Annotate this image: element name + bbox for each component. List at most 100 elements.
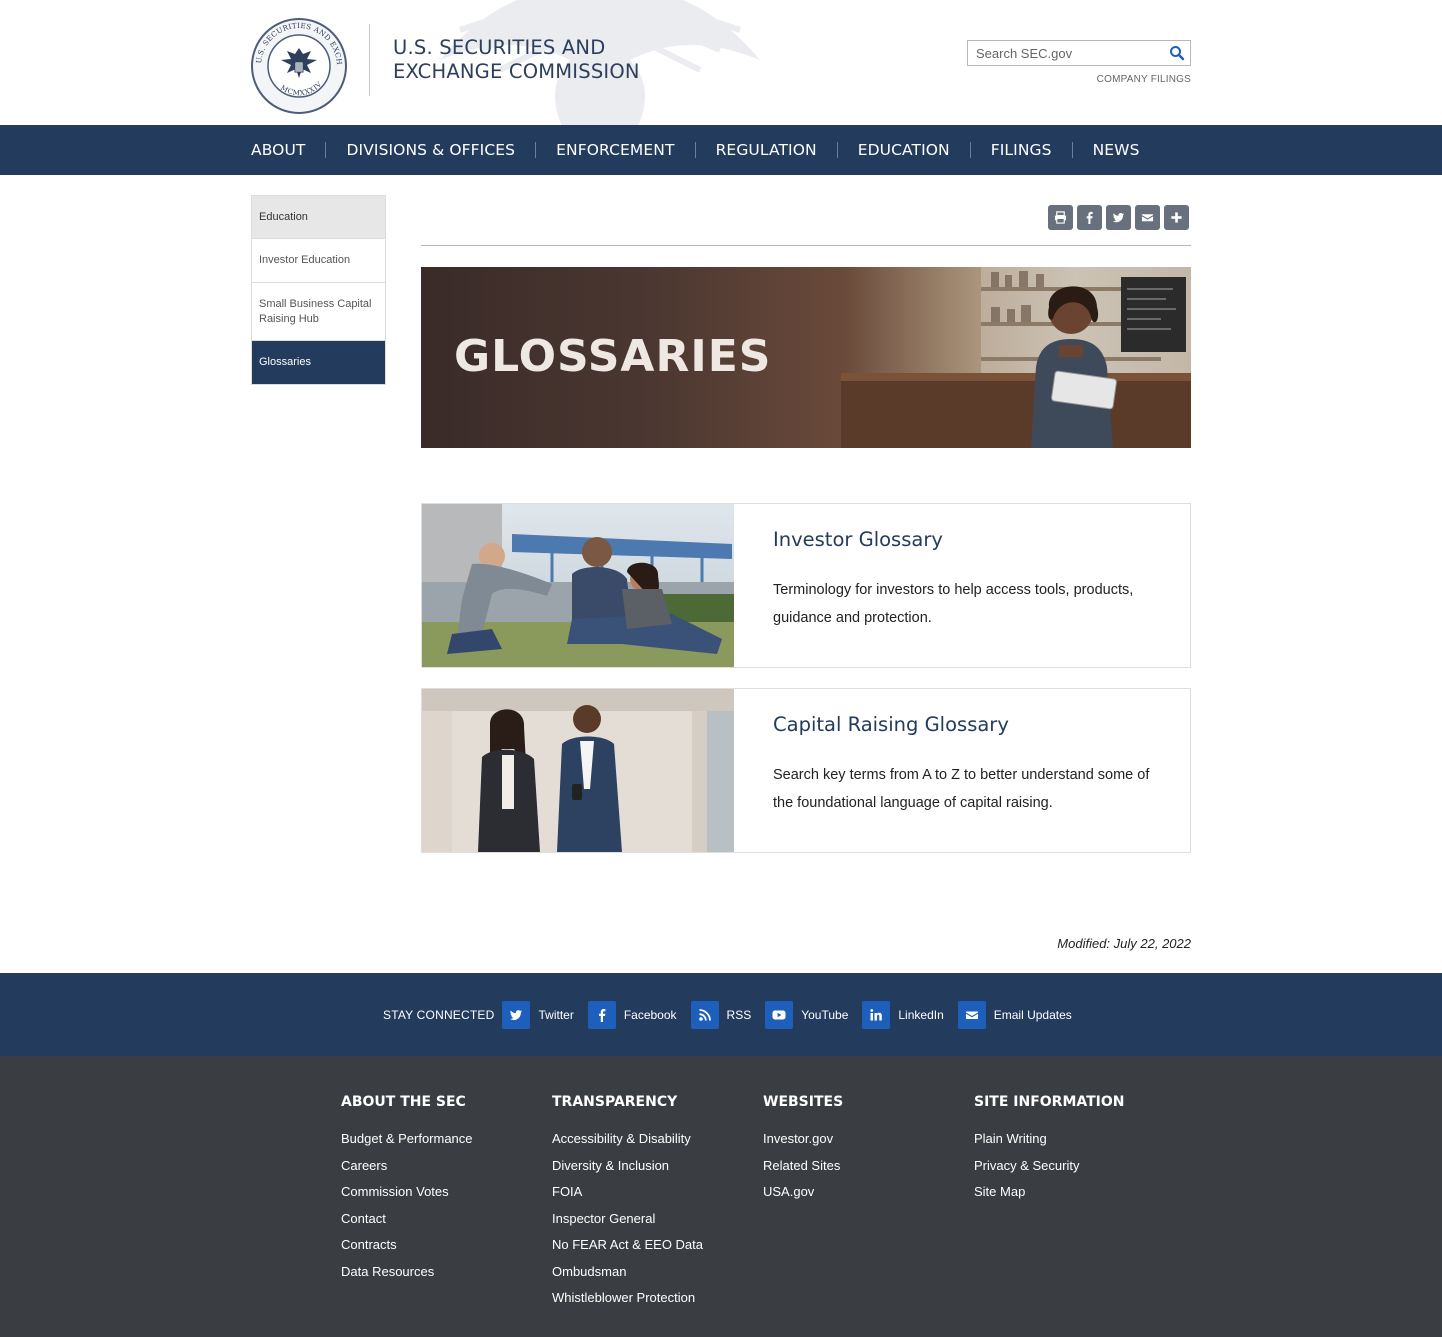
print-icon — [1054, 211, 1067, 224]
footer-link[interactable]: Contact — [341, 1211, 386, 1226]
social-link-email-updates[interactable]: Email Updates — [957, 1001, 1072, 1029]
facebook-icon — [587, 1001, 616, 1029]
email-share-button[interactable] — [1135, 205, 1160, 230]
main-nav: ABOUT DIVISIONS & OFFICES ENFORCEMENT RE… — [0, 125, 1442, 175]
footer-link[interactable]: Investor.gov — [763, 1131, 833, 1146]
social-link-rss[interactable]: RSS — [690, 1001, 751, 1029]
more-share-button[interactable] — [1164, 205, 1189, 230]
sidebar-item-investor-education[interactable]: Investor Education — [252, 239, 385, 283]
footer-link[interactable]: Data Resources — [341, 1264, 434, 1279]
nav-item-about[interactable]: ABOUT — [251, 141, 305, 159]
facebook-share-button[interactable] — [1077, 205, 1102, 230]
capital-raising-glossary-image[interactable] — [422, 689, 734, 852]
facebook-icon — [1086, 211, 1093, 224]
email-icon — [957, 1001, 986, 1029]
footer-heading-about: ABOUT THE SEC — [341, 1094, 466, 1110]
social-label-linkedin: LinkedIn — [898, 1008, 944, 1022]
content-divider — [421, 245, 1191, 246]
nav-item-regulation[interactable]: REGULATION — [716, 141, 817, 159]
social-label-facebook: Facebook — [623, 1008, 677, 1022]
nav-item-filings[interactable]: FILINGS — [991, 141, 1052, 159]
header-divider — [369, 24, 370, 96]
nav-separator — [325, 142, 327, 158]
footer-link[interactable]: FOIA — [552, 1184, 582, 1199]
company-filings-link[interactable]: COMPANY FILINGS — [1060, 74, 1191, 85]
footer-link[interactable]: USA.gov — [763, 1184, 814, 1199]
footer-link[interactable]: Contracts — [341, 1237, 397, 1252]
footer-heading-site-information: SITE INFORMATION — [974, 1094, 1125, 1110]
footer-link[interactable]: Privacy & Security — [974, 1158, 1079, 1173]
footer-link[interactable]: Inspector General — [552, 1211, 655, 1226]
nav-item-education[interactable]: EDUCATION — [858, 141, 950, 159]
twitter-share-button[interactable] — [1106, 205, 1131, 230]
investor-glossary-description: Terminology for investors to help access… — [773, 582, 1134, 626]
investor-glossary-image[interactable] — [422, 504, 734, 667]
social-label-youtube: YouTube — [801, 1008, 849, 1022]
footer-link[interactable]: Budget & Performance — [341, 1131, 473, 1146]
footer-link[interactable]: Commission Votes — [341, 1184, 449, 1199]
footer-link[interactable]: Whistleblower Protection — [552, 1290, 695, 1305]
twitter-icon — [502, 1001, 531, 1029]
nav-separator — [836, 142, 838, 158]
footer-link[interactable]: Ombudsman — [552, 1264, 626, 1279]
search-box — [967, 40, 1191, 66]
email-icon — [1141, 214, 1154, 222]
footer-link[interactable]: Accessibility & Disability — [552, 1131, 691, 1146]
sidebar-item-education[interactable]: Education — [252, 196, 385, 239]
footer-link[interactable]: Site Map — [974, 1184, 1025, 1199]
modified-date: Modified: July 22, 2022 — [1057, 936, 1191, 951]
nav-separator — [1071, 142, 1073, 158]
social-link-linkedin[interactable]: LinkedIn — [862, 1001, 944, 1029]
social-link-facebook[interactable]: Facebook — [587, 1001, 677, 1029]
rss-icon — [690, 1001, 719, 1029]
sidebar-item-small-business-hub[interactable]: Small Business Capital Raising Hub — [252, 283, 385, 341]
footer-column-websites: WEBSITES Investor.gov Related Sites USA.… — [763, 1094, 963, 1210]
nav-item-news[interactable]: NEWS — [1093, 141, 1140, 159]
linkedin-icon — [862, 1001, 891, 1029]
agency-name-line2: EXCHANGE COMMISSION — [393, 60, 640, 83]
nav-separator — [969, 142, 971, 158]
footer-column-site-information: SITE INFORMATION Plain Writing Privacy &… — [974, 1094, 1174, 1210]
social-label-twitter: Twitter — [538, 1008, 574, 1022]
nav-item-enforcement[interactable]: ENFORCEMENT — [556, 141, 674, 159]
footer-link[interactable]: No FEAR Act & EEO Data — [552, 1237, 703, 1252]
professionals-photo — [422, 689, 734, 852]
footer-column-about: ABOUT THE SEC Budget & Performance Caree… — [341, 1094, 541, 1289]
plus-icon — [1171, 212, 1182, 223]
family-photo — [422, 504, 734, 667]
footer-column-transparency: TRANSPARENCY Accessibility & Disability … — [552, 1094, 752, 1316]
footer-heading-websites: WEBSITES — [763, 1094, 844, 1110]
social-label-email-updates: Email Updates — [993, 1008, 1072, 1022]
print-button[interactable] — [1048, 205, 1073, 230]
nav-item-divisions-offices[interactable]: DIVISIONS & OFFICES — [346, 141, 515, 159]
footer-heading-transparency: TRANSPARENCY — [552, 1094, 678, 1110]
sidebar-nav: Education Investor Education Small Busin… — [251, 195, 386, 385]
search-input[interactable] — [968, 41, 1158, 65]
capital-raising-glossary-title[interactable]: Capital Raising Glossary — [773, 713, 1009, 736]
social-link-youtube[interactable]: YouTube — [765, 1001, 848, 1029]
sidebar-item-glossaries[interactable]: Glossaries — [252, 341, 385, 384]
glossary-card-investor[interactable]: Investor Glossary Terminology for invest… — [421, 503, 1191, 668]
capital-raising-glossary-description: Search key terms from A to Z to better u… — [773, 767, 1150, 811]
footer-link[interactable]: Diversity & Inclusion — [552, 1158, 669, 1173]
stay-connected-bar: STAY CONNECTED Twitter Facebook RSS YouT… — [0, 973, 1442, 1056]
site-header: U.S. SECURITIES AND EXCHANGE COMMISSION … — [0, 0, 1442, 125]
agency-name[interactable]: U.S. SECURITIES AND EXCHANGE COMMISSION — [393, 36, 640, 84]
investor-glossary-title[interactable]: Investor Glossary — [773, 528, 943, 551]
footer-link[interactable]: Careers — [341, 1158, 387, 1173]
nav-separator — [535, 142, 537, 158]
nav-separator — [694, 142, 696, 158]
banner-title: GLOSSARIES — [454, 331, 772, 382]
social-link-twitter[interactable]: Twitter — [502, 1001, 574, 1029]
site-footer: ABOUT THE SEC Budget & Performance Caree… — [0, 1056, 1442, 1337]
share-toolbar — [1048, 205, 1189, 230]
stay-connected-label: STAY CONNECTED — [383, 1008, 495, 1022]
search-icon[interactable] — [1169, 45, 1185, 61]
footer-link[interactable]: Plain Writing — [974, 1131, 1047, 1146]
agency-name-line1: U.S. SECURITIES AND — [393, 36, 606, 59]
hero-banner: GLOSSARIES — [421, 267, 1191, 448]
glossary-card-capital-raising[interactable]: Capital Raising Glossary Search key term… — [421, 688, 1191, 853]
sec-seal-logo[interactable]: U.S. SECURITIES AND EXCHANGE COMMISSION … — [251, 18, 347, 114]
footer-link[interactable]: Related Sites — [763, 1158, 840, 1173]
youtube-icon — [765, 1001, 794, 1029]
